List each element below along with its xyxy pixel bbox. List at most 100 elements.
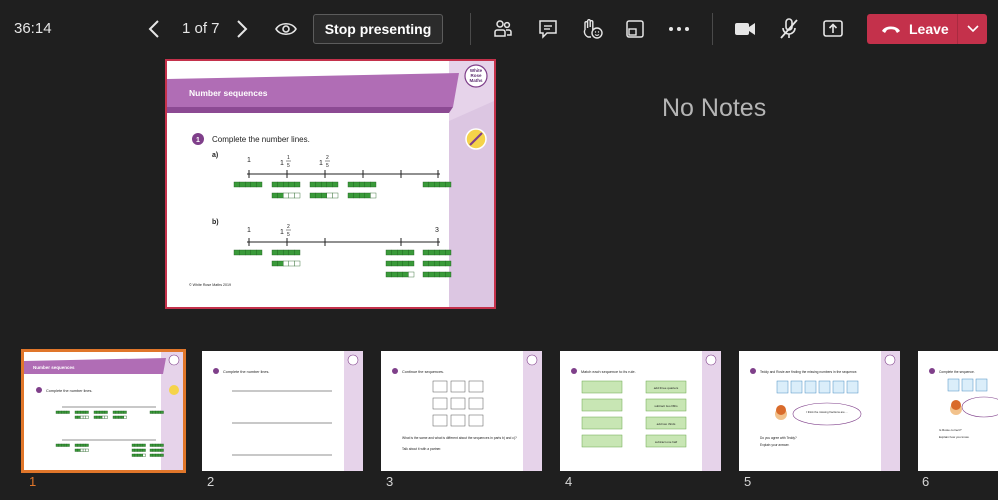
fraction-bar-cell [353, 192, 360, 199]
fraction-bar-cell [244, 181, 251, 188]
fraction-bar-cell [250, 249, 257, 256]
fraction-bar-cell [118, 415, 122, 419]
fraction-bar-cell [402, 260, 409, 267]
fraction-bar-cell [282, 192, 289, 199]
fraction-bar-cell [439, 260, 446, 267]
fraction-bar-cell [271, 181, 278, 188]
fraction-bar-cell [277, 192, 284, 199]
chat-button[interactable] [534, 15, 562, 43]
leave-main-button[interactable]: Leave [867, 14, 957, 44]
fraction-bar-cell [445, 249, 452, 256]
fraction-bar-cell [396, 260, 403, 267]
fraction-bar-cell [396, 249, 403, 256]
svg-text:2: 2 [287, 224, 290, 230]
slide-instruction: Complete the number lines. [212, 135, 310, 144]
fraction-bars-a [233, 181, 452, 199]
svg-text:subtract one half: subtract one half [655, 440, 677, 444]
fraction-bar-cell [131, 448, 135, 452]
slide-title: Number sequences [189, 88, 268, 98]
fraction-bar-cell [134, 448, 138, 452]
layout-button[interactable] [621, 15, 649, 43]
fraction-bar-cell [434, 249, 441, 256]
fraction-bar-cell [112, 410, 116, 414]
previous-slide-button[interactable] [142, 16, 166, 42]
microphone-button[interactable] [775, 15, 803, 43]
svg-text:Complete the sequence.: Complete the sequence. [939, 370, 975, 374]
slide-thumbnail-3[interactable]: Continue the sequences. What is the same… [381, 351, 542, 471]
meeting-timer: 36:14 [14, 20, 52, 37]
stop-presenting-button[interactable]: Stop presenting [313, 14, 443, 44]
fraction-bar-cell [142, 443, 146, 447]
fraction-bar-cell [347, 181, 354, 188]
svg-text:Do you agree with Teddy?: Do you agree with Teddy? [760, 436, 797, 440]
leave-button[interactable]: Leave [867, 14, 987, 44]
svg-text:Explain your answer.: Explain your answer. [760, 443, 790, 447]
slide-thumbnail-2[interactable]: Complete the number lines. [202, 351, 363, 471]
fraction-bar-cell [239, 249, 246, 256]
slide-number-1: 1 [29, 474, 37, 489]
fraction-bar-cell [320, 192, 327, 199]
fraction-bar-cell [63, 443, 67, 447]
fraction-bar-cell [408, 260, 415, 267]
fraction-bar-cell [408, 249, 415, 256]
fraction-bar-cell [77, 415, 81, 419]
fraction-bar-cell [309, 192, 316, 199]
svg-text:What is the same and what is d: What is the same and what is different a… [402, 436, 517, 440]
leave-dropdown-button[interactable] [958, 14, 987, 44]
fraction-bar-cell [82, 448, 86, 452]
slide-thumbnail-6[interactable]: Complete the sequence. Is Rosie correct?… [918, 351, 998, 471]
hang-up-phone-icon [882, 26, 900, 33]
fraction-bar-cell [233, 181, 240, 188]
slide-thumbnail-5[interactable]: Teddy and Rosie are finding the missing … [739, 351, 900, 471]
share-screen-button[interactable] [819, 15, 847, 43]
toolbar-divider [712, 13, 713, 45]
fraction-bar-cell [315, 192, 322, 199]
fraction-bar-cell [445, 271, 452, 278]
fraction-bar-cell [256, 181, 263, 188]
participants-button[interactable] [489, 15, 517, 43]
fraction-bar-cell [96, 415, 100, 419]
fraction-bar-cell [139, 448, 143, 452]
camera-button[interactable] [731, 15, 759, 43]
more-options-button[interactable] [665, 15, 693, 43]
fraction-bar-cell [123, 410, 127, 414]
fraction-bar-cell [118, 410, 122, 414]
fraction-bar-cell [115, 415, 119, 419]
eye-button[interactable] [272, 15, 300, 43]
svg-text:Talk about it with a partner.: Talk about it with a partner. [402, 447, 441, 451]
svg-text:1: 1 [280, 229, 284, 236]
reactions-button[interactable] [578, 15, 606, 43]
fraction-bar-cell [80, 410, 84, 414]
svg-text:Maths: Maths [469, 78, 482, 83]
slide-number-6: 6 [922, 474, 930, 489]
slide-number-2: 2 [207, 474, 215, 489]
slide-number-4: 4 [565, 474, 573, 489]
fraction-bar-cell [155, 443, 159, 447]
slide-thumbnail-4[interactable]: Match each sequence to its rule. add thr… [560, 351, 721, 471]
svg-text:add two thirds: add two thirds [657, 422, 676, 426]
fraction-bar-cell [96, 410, 100, 414]
svg-text:5: 5 [287, 232, 290, 238]
svg-text:1: 1 [247, 227, 251, 234]
fraction-bar-cell [99, 410, 103, 414]
thumbnail-canvas: Match each sequence to its rule. add thr… [571, 351, 721, 471]
fraction-bar-cell [364, 192, 371, 199]
fraction-bar-cell [61, 443, 65, 447]
fraction-bar-cell [294, 192, 301, 199]
raise-hand-icon [583, 19, 603, 39]
fraction-bar-cell [66, 443, 70, 447]
fraction-bar-cell [434, 181, 441, 188]
slide-thumbnail-1[interactable]: Number sequences Complete the number lin… [21, 349, 186, 473]
thumbnail-canvas: Teddy and Rosie are finding the missing … [750, 351, 900, 471]
fraction-bar-cell [320, 181, 327, 188]
fraction-bar-cell [66, 410, 70, 414]
fraction-bar-cell [104, 410, 108, 414]
svg-text:1: 1 [280, 160, 284, 167]
fraction-bar-cell [131, 453, 135, 457]
fraction-bar-cell [120, 415, 124, 419]
chevron-down-icon [966, 25, 979, 33]
fraction-bar-cell [137, 448, 141, 452]
svg-text:Number sequences: Number sequences [33, 365, 75, 370]
fraction-bar-cell [294, 181, 301, 188]
next-slide-button[interactable] [230, 16, 254, 42]
